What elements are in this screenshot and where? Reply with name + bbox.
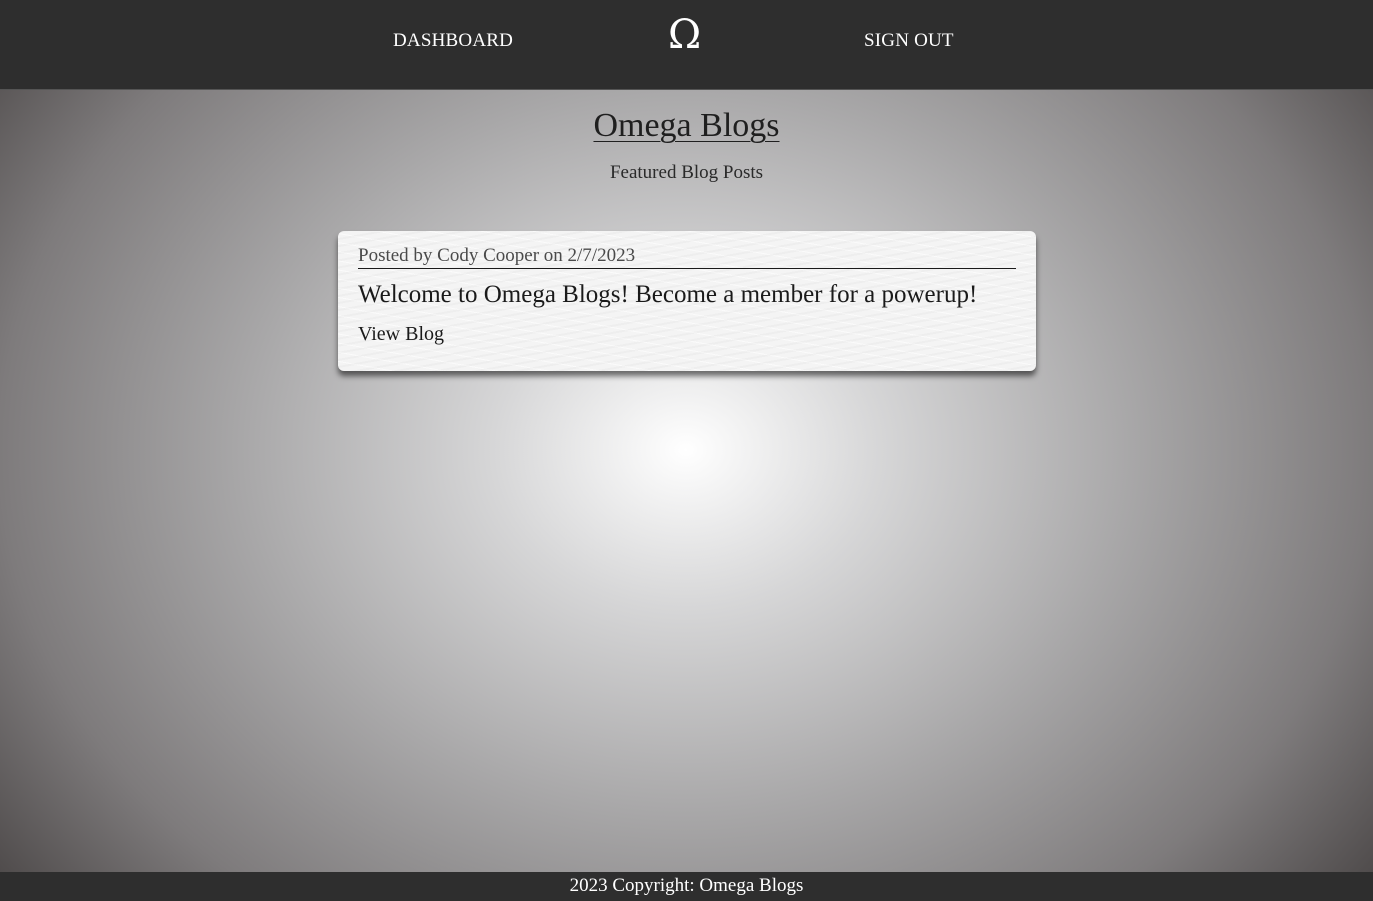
page-title-container: Omega Blogs xyxy=(0,107,1373,145)
view-blog-link[interactable]: View Blog xyxy=(358,323,444,346)
sign-out-link[interactable]: SIGN OUT xyxy=(864,30,954,52)
page-subtitle: Featured Blog Posts xyxy=(609,162,764,183)
post-meta: Posted by Cody Cooper on 2/7/2023 xyxy=(358,245,1016,269)
page-title[interactable]: Omega Blogs xyxy=(593,107,779,144)
dashboard-link[interactable]: DASHBOARD xyxy=(393,30,513,52)
footer-copyright: 2023 Copyright: Omega Blogs xyxy=(569,875,804,896)
blog-post-card: Posted by Cody Cooper on 2/7/2023 Welcom… xyxy=(338,231,1036,371)
top-navbar: DASHBOARD Ω SIGN OUT xyxy=(0,0,1373,90)
omega-logo-icon[interactable]: Ω xyxy=(668,15,701,55)
post-title: Welcome to Omega Blogs! Become a member … xyxy=(358,281,978,308)
footer: 2023 Copyright: Omega Blogs xyxy=(0,872,1373,901)
